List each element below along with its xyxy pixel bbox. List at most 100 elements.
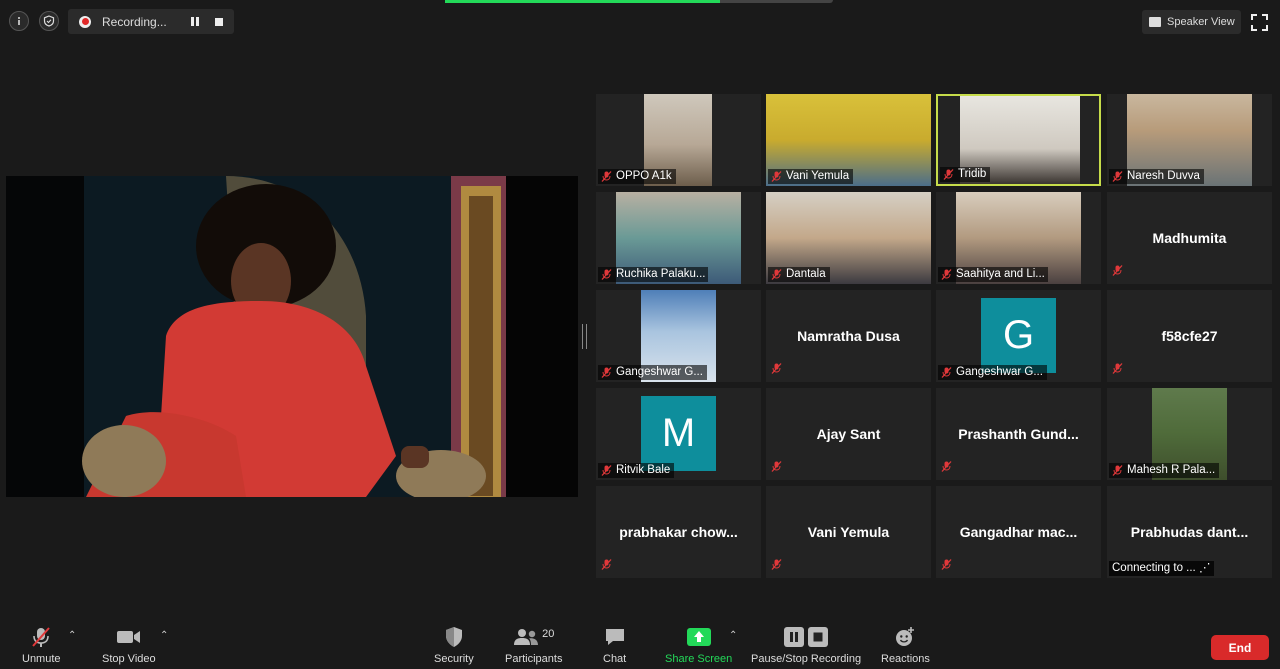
participant-name-label: Saahitya and Li... (938, 267, 1048, 282)
chat-bubble-icon (604, 626, 626, 648)
participants-label: Participants (505, 653, 563, 665)
participant-name: Mahesh R Pala... (1127, 464, 1216, 476)
end-meeting-button[interactable]: End (1211, 635, 1269, 660)
microphone-muted-icon (771, 269, 782, 280)
recording-label: Recording... (102, 14, 167, 29)
participant-tile[interactable]: Saahitya and Li... (936, 192, 1101, 284)
participant-avatar: G (981, 298, 1056, 373)
security-button[interactable]: Security (434, 626, 474, 665)
participant-tile[interactable]: Ajay Sant (766, 388, 931, 480)
participant-name: Dantala (786, 268, 826, 280)
microphone-muted-icon (601, 367, 612, 378)
microphone-muted-icon (1112, 265, 1123, 276)
participant-tile[interactable]: Namratha Dusa (766, 290, 931, 382)
participant-name-label: Gangeshwar G... (938, 365, 1047, 380)
shared-video-image (6, 176, 578, 497)
mute-indicator (601, 557, 612, 575)
participant-tile[interactable]: Prabhudas dant... Connecting to ... ⋰ (1107, 486, 1272, 578)
participant-name-label: Mahesh R Pala... (1109, 463, 1219, 478)
participant-display-name: Namratha Dusa (797, 328, 900, 344)
reactions-label: Reactions (881, 653, 930, 665)
audio-options-chevron-icon[interactable]: ⌃ (68, 630, 76, 641)
participants-button[interactable]: 20 Participants (505, 626, 562, 665)
participant-tile[interactable]: Mahesh R Pala... (1107, 388, 1272, 480)
mute-indicator (941, 459, 952, 477)
shared-video (6, 176, 578, 497)
speaker-view-label: Speaker View (1167, 16, 1235, 28)
panel-resize-handle[interactable] (582, 324, 587, 349)
mute-indicator (771, 361, 782, 379)
participant-name-label: Tridib (940, 167, 991, 182)
participant-tile[interactable]: Gangeshwar G... (596, 290, 761, 382)
participant-display-name: Prashanth Gund... (958, 426, 1079, 442)
top-bar: Recording... Speaker View (0, 0, 1280, 44)
connection-status: Connecting to ... ⋰ (1109, 561, 1215, 576)
participant-tile[interactable]: Ruchika Palaku... (596, 192, 761, 284)
speaker-view-button[interactable]: Speaker View (1142, 10, 1241, 34)
microphone-muted-icon (771, 559, 782, 570)
pause-stop-recording-button[interactable]: Pause/Stop Recording (751, 626, 861, 665)
participant-name-label: Ritvik Bale (598, 463, 675, 478)
meeting-toolbar: Unmute ⌃ Stop Video ⌃ Security 20 Partic… (0, 620, 1280, 669)
chat-button[interactable]: Chat (603, 626, 626, 665)
participant-tile[interactable]: Naresh Duvva (1107, 94, 1272, 186)
microphone-muted-icon (943, 169, 954, 180)
participant-tile[interactable]: Tridib (936, 94, 1101, 186)
participant-name: Tridib (958, 168, 987, 180)
participant-tile[interactable]: f58cfe27 (1107, 290, 1272, 382)
participant-avatar: M (641, 396, 716, 471)
microphone-muted-icon (941, 367, 952, 378)
video-camera-icon (116, 626, 141, 648)
participant-name-label: Naresh Duvva (1109, 169, 1204, 184)
microphone-muted-icon (30, 626, 52, 648)
info-icon[interactable] (9, 11, 29, 31)
participant-tile[interactable]: Dantala (766, 192, 931, 284)
participant-display-name: prabhakar chow... (619, 524, 738, 540)
participant-name: Vani Yemula (786, 170, 850, 182)
recording-controls-icon (784, 626, 829, 648)
microphone-muted-icon (771, 363, 782, 374)
encryption-shield-icon[interactable] (39, 11, 59, 31)
security-label: Security (434, 653, 474, 665)
unmute-button[interactable]: Unmute (22, 626, 61, 665)
stop-video-button[interactable]: Stop Video (102, 626, 156, 665)
participant-name-label: Vani Yemula (768, 169, 854, 184)
microphone-muted-icon (771, 171, 782, 182)
participant-tile[interactable]: OPPO A1k (596, 94, 761, 186)
participant-tile[interactable]: G Gangeshwar G... (936, 290, 1101, 382)
microphone-muted-icon (941, 461, 952, 472)
participants-icon: 20 (513, 626, 554, 648)
microphone-muted-icon (601, 559, 612, 570)
participant-display-name: Ajay Sant (816, 426, 881, 442)
participant-tile[interactable]: Gangadhar mac... (936, 486, 1101, 578)
participant-tile[interactable]: Vani Yemula (766, 94, 931, 186)
participant-display-name: Madhumita (1152, 230, 1227, 246)
reactions-button[interactable]: Reactions (881, 626, 930, 665)
share-options-chevron-icon[interactable]: ⌃ (729, 630, 737, 641)
participant-name-label: Gangeshwar G... (598, 365, 707, 380)
chat-label: Chat (603, 653, 627, 665)
stop-recording-button[interactable] (208, 12, 230, 32)
participant-name: Gangeshwar G... (616, 366, 703, 378)
microphone-muted-icon (771, 461, 782, 472)
share-screen-icon (686, 626, 711, 648)
share-screen-button[interactable]: Share Screen (665, 626, 732, 665)
participant-tile[interactable]: Prashanth Gund... (936, 388, 1101, 480)
mute-indicator (771, 557, 782, 575)
microphone-muted-icon (601, 269, 612, 280)
participant-tile[interactable]: Madhumita (1107, 192, 1272, 284)
participant-tile[interactable]: Vani Yemula (766, 486, 931, 578)
participant-tile[interactable]: prabhakar chow... (596, 486, 761, 578)
pause-recording-button[interactable] (184, 12, 206, 32)
microphone-muted-icon (941, 559, 952, 570)
participant-tile[interactable]: M Ritvik Bale (596, 388, 761, 480)
video-options-chevron-icon[interactable]: ⌃ (160, 630, 168, 641)
recording-dot-icon (79, 15, 91, 28)
unmute-label: Unmute (22, 653, 61, 665)
fullscreen-icon[interactable] (1251, 14, 1268, 31)
participant-name-label: Ruchika Palaku... (598, 267, 708, 282)
share-screen-label: Share Screen (665, 653, 733, 665)
microphone-muted-icon (601, 465, 612, 476)
mute-indicator (1112, 361, 1123, 379)
participant-display-name: f58cfe27 (1161, 328, 1218, 344)
